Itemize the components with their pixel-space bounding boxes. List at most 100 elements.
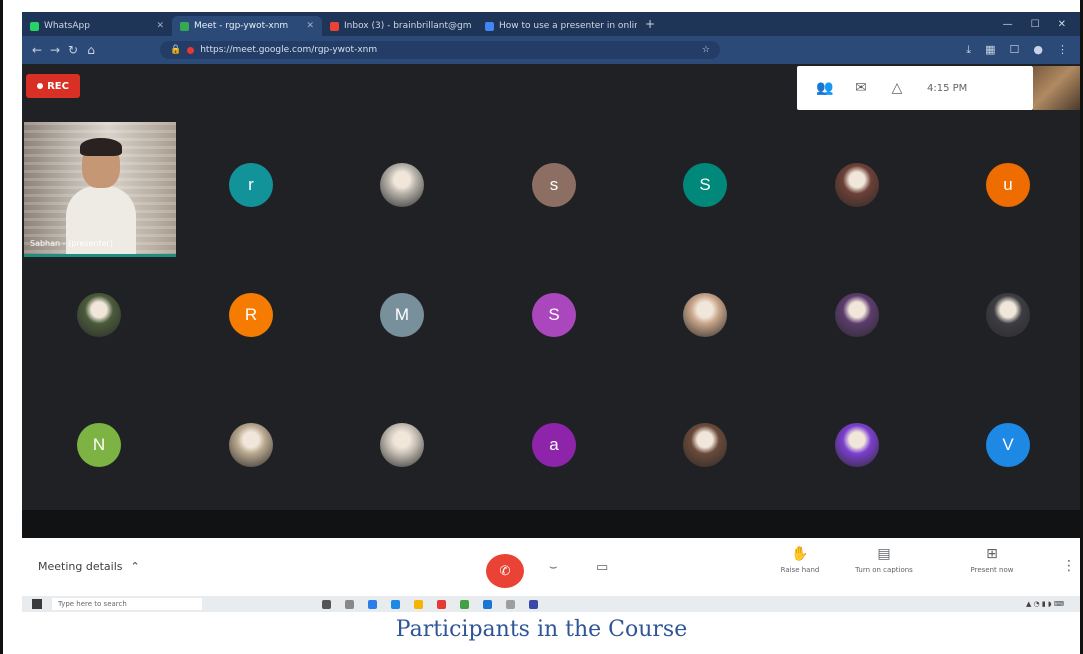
rec-label: REC [47,80,69,92]
participant-tile[interactable]: M [325,252,475,378]
participant-avatar [380,423,424,467]
participant-tile[interactable]: S [628,122,778,248]
participant-avatar: N [77,423,121,467]
close-icon[interactable]: ✕ [156,21,164,31]
participant-tile[interactable]: a [477,382,627,508]
participant-avatar: a [532,423,576,467]
participant-avatar: V [986,423,1030,467]
store-icon[interactable] [391,599,400,609]
extension-icon[interactable]: ▦ [985,43,995,57]
bookmark-icon[interactable]: ☐ [1010,43,1020,57]
close-window-icon[interactable]: ✕ [1058,19,1066,30]
self-view-thumbnail[interactable] [1033,66,1080,110]
presenter-hair [80,138,122,156]
app-icon[interactable] [437,599,446,609]
participant-tile[interactable] [780,252,930,378]
folder-icon[interactable] [414,599,423,609]
participant-tile[interactable]: s [477,122,627,248]
task-view-icon[interactable] [322,599,331,609]
end-call-button[interactable]: ✆ [486,554,524,588]
participant-avatar [229,423,273,467]
tab-meet[interactable]: Meet - rgp-ywot-xnm ✕ [172,16,322,36]
windows-taskbar: Type here to search ▲ ◔ ▮ ◗ ⌨ [22,596,1080,612]
recording-badge: REC [26,74,80,98]
word-icon[interactable] [483,599,492,609]
browser-tab-strip: WhatsApp ✕ Meet - rgp-ywot-xnm ✕ Inbox (… [22,12,1080,36]
participant-tile[interactable] [628,382,778,508]
participant-avatar: r [229,163,273,207]
windows-start-icon[interactable] [32,599,42,609]
participant-tile[interactable]: S [477,252,627,378]
download-icon[interactable]: ⤓ [966,43,971,57]
figure-caption: Participants in the Course [395,617,688,642]
tab-whatsapp[interactable]: WhatsApp ✕ [22,16,172,36]
back-icon[interactable]: ← [28,43,46,57]
participant-tile[interactable]: u [931,122,1080,248]
minimize-icon[interactable]: — [1003,19,1013,30]
people-icon[interactable]: 👥 [807,80,843,96]
reload-icon[interactable]: ↻ [64,43,82,57]
meeting-details-label: Meeting details [38,560,123,573]
meet-icon [180,21,189,31]
participant-avatar: M [380,293,424,337]
tab-label: How to use a presenter in online... [499,21,637,31]
participant-tile[interactable]: r [174,122,324,248]
participant-tile[interactable] [628,252,778,378]
whatsapp-icon [30,21,39,31]
meet-top-controls: 👥 ✉ △ 4:15 PM [797,66,1033,110]
app-icon[interactable] [506,599,515,609]
screenshot: WhatsApp ✕ Meet - rgp-ywot-xnm ✕ Inbox (… [22,12,1080,612]
forward-icon[interactable]: → [46,43,64,57]
widgets-icon[interactable] [345,599,354,609]
home-icon[interactable]: ⌂ [82,43,100,57]
meet-control-bar: Meeting details ⌃ ✆ ⌣ ▭ ✋ Raise hand ▤ T… [22,538,1080,596]
participant-tile[interactable]: N [22,382,172,508]
presenter-video [66,138,136,254]
window-controls: — ☐ ✕ [1003,19,1080,30]
hangup-icon: ✆ [499,563,511,579]
participant-avatar [683,423,727,467]
taskbar-search[interactable]: Type here to search [52,598,202,610]
new-tab-icon[interactable]: + [637,17,663,31]
chat-icon[interactable]: ✉ [843,80,879,96]
menu-icon[interactable]: ⋮ [1057,43,1068,57]
raise-hand-button[interactable]: ✋ Raise hand [764,546,836,574]
camera-icon[interactable]: ▭ [596,560,608,575]
tab-inbox[interactable]: Inbox (3) - brainbrillant@gm ✕ [322,16,477,36]
participant-tile[interactable]: V [931,382,1080,508]
captions-icon: ▤ [877,546,891,562]
tab-presenter[interactable]: How to use a presenter in online... ✕ [477,16,637,36]
raise-hand-label: Raise hand [780,566,820,574]
chrome-icon[interactable] [460,599,469,609]
tab-label: Meet - rgp-ywot-xnm [194,21,289,31]
edge-icon[interactable] [368,599,377,609]
meeting-details-button[interactable]: Meeting details ⌃ [38,560,140,573]
more-options-icon[interactable]: ⋮ [1062,558,1076,574]
participant-tile[interactable] [174,382,324,508]
profile-icon[interactable]: ● [1033,43,1043,57]
participant-avatar: S [683,163,727,207]
activities-icon[interactable]: △ [879,80,915,96]
close-icon[interactable]: ✕ [306,21,314,31]
participant-tile[interactable] [780,382,930,508]
participant-tile[interactable] [931,252,1080,378]
participant-tile[interactable] [325,122,475,248]
participant-avatar [986,293,1030,337]
address-bar[interactable]: 🔒 https://meet.google.com/rgp-ywot-xnm ☆ [160,41,720,59]
participant-tile[interactable] [780,122,930,248]
participant-tile[interactable] [325,382,475,508]
present-now-button[interactable]: ⊞ Present now [956,546,1028,574]
maximize-icon[interactable]: ☐ [1031,19,1040,30]
participant-avatar [380,163,424,207]
star-icon[interactable]: ☆ [702,45,710,55]
system-tray: ▲ ◔ ▮ ◗ ⌨ [1025,600,1064,608]
app-icon[interactable] [529,599,538,609]
captions-label: Turn on captions [855,566,913,574]
participant-tile[interactable] [22,252,172,378]
captions-button[interactable]: ▤ Turn on captions [848,546,920,574]
present-icon: ⊞ [986,546,998,562]
participant-avatar [835,423,879,467]
participant-tile[interactable]: R [174,252,324,378]
mic-icon[interactable]: ⌣ [549,560,558,575]
active-speaker-tile[interactable]: Sabhan - (presenter) [24,122,176,257]
